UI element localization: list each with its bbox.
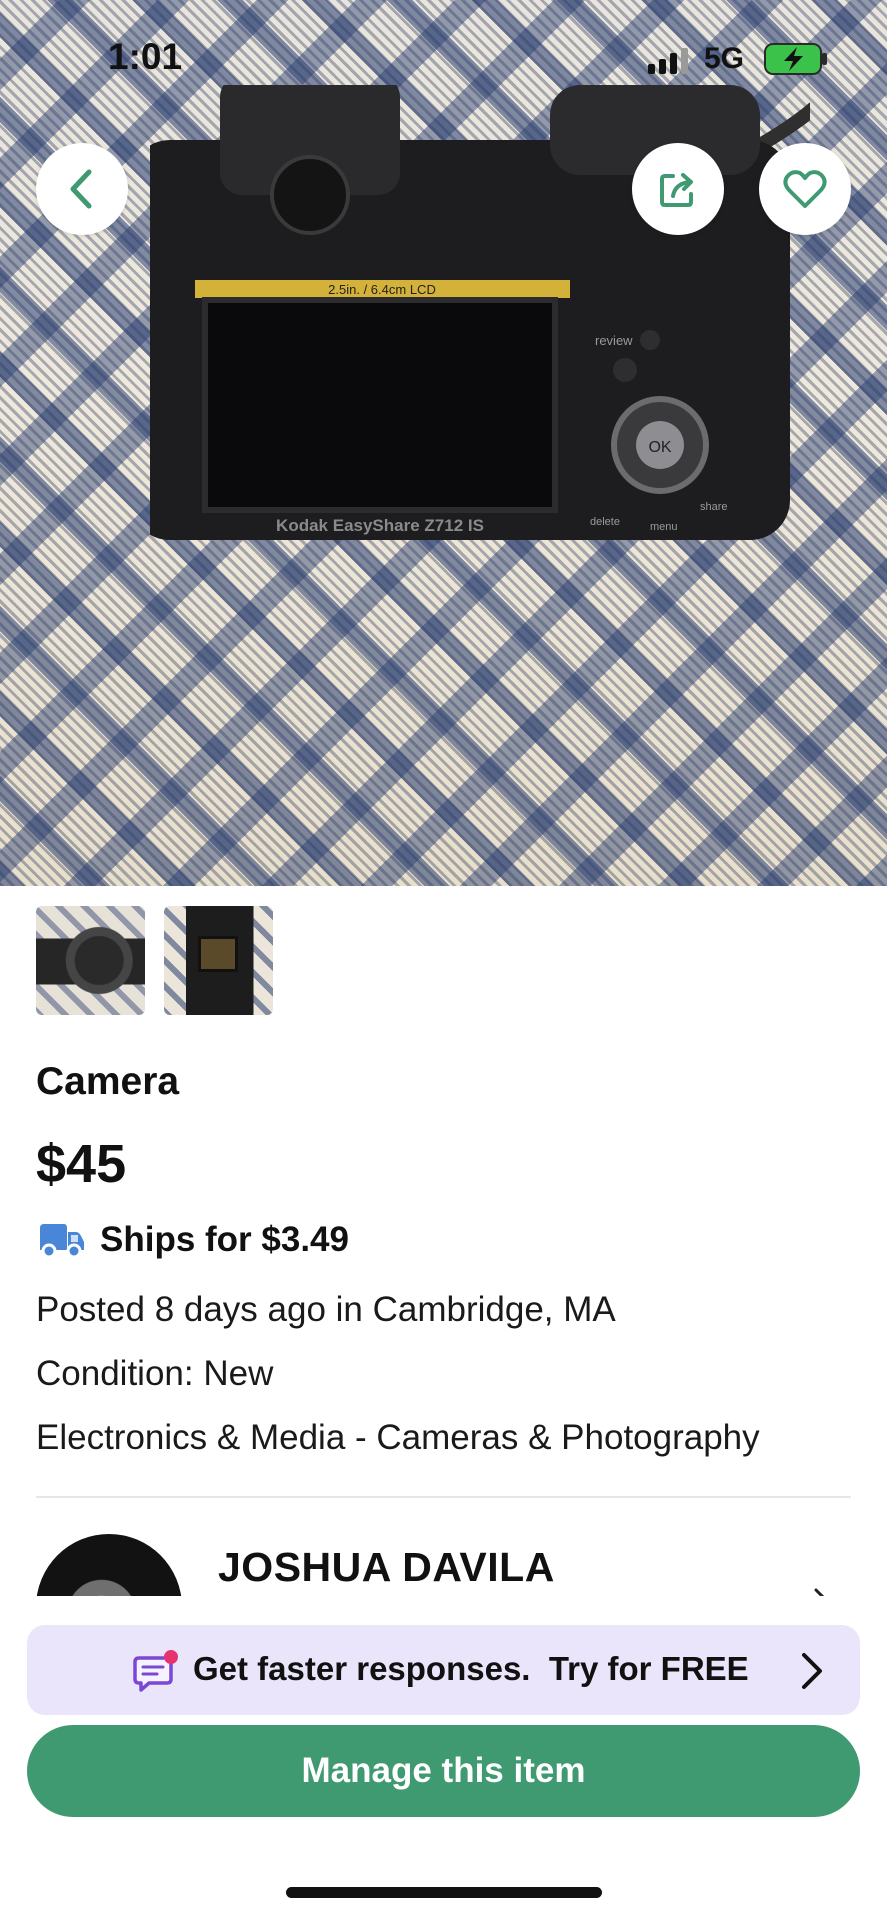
manage-item-label: Manage this item xyxy=(301,1751,586,1790)
posted-info: Posted 8 days ago in Cambridge, MA xyxy=(36,1290,616,1329)
chevron-right-icon xyxy=(802,1653,822,1689)
manage-item-button[interactable]: Manage this item xyxy=(27,1725,860,1817)
promo-banner[interactable]: Get faster responses. Try for FREE xyxy=(27,1625,860,1715)
seller-row[interactable]: JOSHUA DAVILA xyxy=(0,1500,887,1596)
condition-info: Condition: New xyxy=(36,1354,274,1393)
share-icon xyxy=(660,173,693,207)
svg-text:share: share xyxy=(700,501,728,513)
item-photo[interactable]: 2.5in. / 6.4cm LCD Kodak EasyShare Z712 … xyxy=(0,0,887,886)
photo-thumbnail-1[interactable] xyxy=(36,906,145,1015)
status-bar: 1:01 5G xyxy=(0,0,887,120)
photo-thumbnail-2[interactable] xyxy=(164,906,273,1015)
favorite-button[interactable] xyxy=(759,143,851,235)
status-time: 1:01 xyxy=(108,36,183,77)
network-label: 5G xyxy=(704,42,745,75)
shipping-label: Ships for $3.49 xyxy=(100,1220,349,1259)
listing-price: $45 xyxy=(36,1134,127,1194)
cellular-signal-icon xyxy=(648,48,688,74)
svg-text:menu: menu xyxy=(650,521,678,533)
share-button[interactable] xyxy=(632,143,724,235)
category-info[interactable]: Electronics & Media - Cameras & Photogra… xyxy=(36,1418,760,1458)
camera-image: 2.5in. / 6.4cm LCD Kodak EasyShare Z712 … xyxy=(150,85,810,540)
home-indicator xyxy=(286,1887,602,1898)
avatar[interactable] xyxy=(36,1534,182,1596)
svg-text:delete: delete xyxy=(590,516,620,528)
lcd-label: 2.5in. / 6.4cm LCD xyxy=(328,282,436,297)
truck-icon xyxy=(40,1224,84,1259)
chevron-left-icon xyxy=(70,169,92,209)
listing-title: Camera xyxy=(36,1060,180,1103)
battery-charging-icon xyxy=(764,43,827,75)
shipping-info: Ships for $3.49 xyxy=(36,1214,349,1266)
promo-text: Get faster responses. Try for FREE xyxy=(193,1650,749,1687)
message-icon xyxy=(133,1650,178,1692)
svg-text:OK: OK xyxy=(648,439,671,456)
seller-name[interactable]: JOSHUA DAVILA xyxy=(218,1544,555,1591)
back-button[interactable] xyxy=(36,143,128,235)
svg-text:review: review xyxy=(595,333,633,348)
heart-icon xyxy=(783,170,827,208)
divider xyxy=(36,1496,851,1498)
brand-text: Kodak EasyShare Z712 IS xyxy=(276,516,484,535)
chevron-right-icon xyxy=(814,1588,825,1596)
